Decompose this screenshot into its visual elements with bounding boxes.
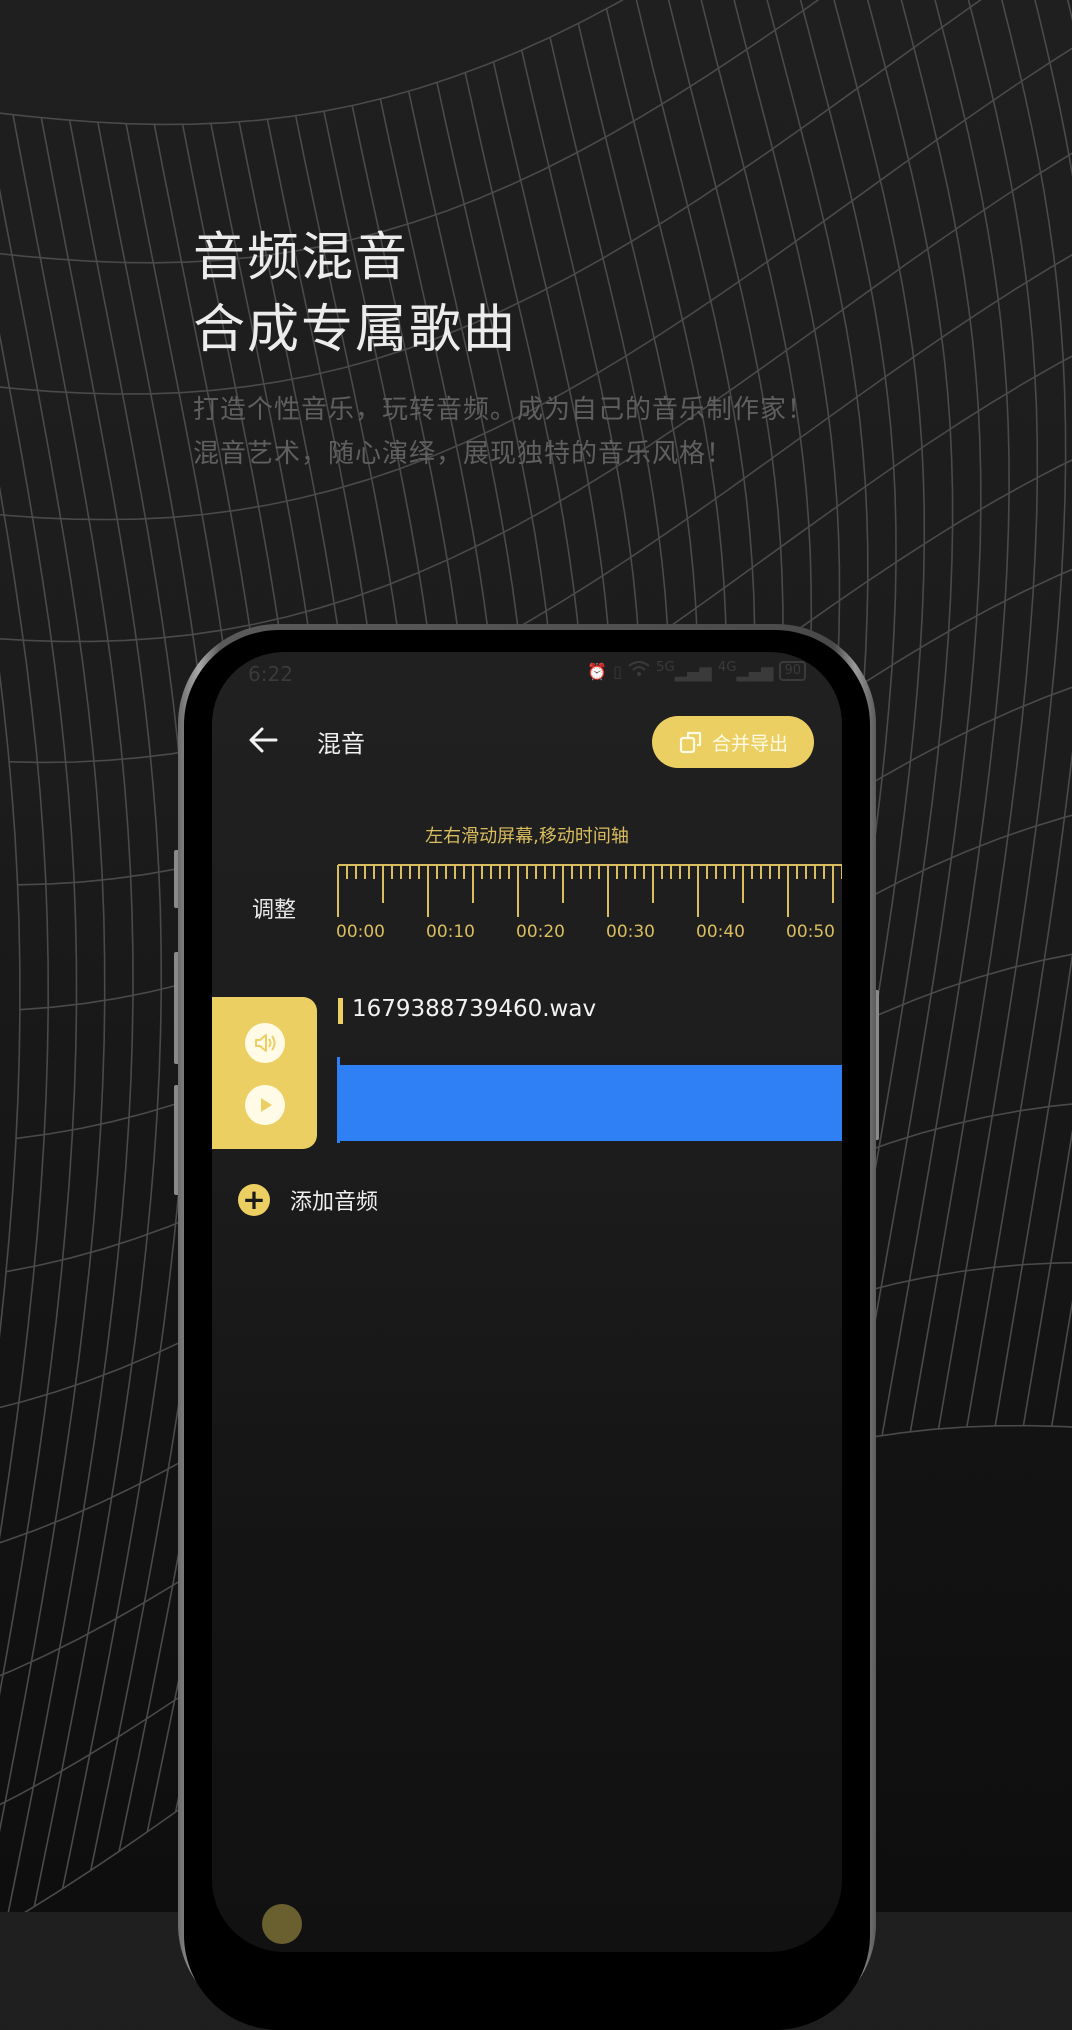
mesh-line (0, 187, 106, 1833)
headline-line-2: 合成专属歌曲 (193, 300, 518, 360)
ruler-tick-label: 00:30 (606, 922, 655, 942)
promo-headline: 音频混音 合成专属歌曲 (193, 222, 517, 366)
volume-icon (255, 1034, 276, 1052)
ruler-tick-label: 00:10 (426, 922, 475, 942)
merge-export-label: 合并导出 (711, 732, 788, 755)
mesh-line (966, 0, 1072, 1428)
app-header: 混音 合并导出 (212, 712, 842, 768)
phone-screen: 6:22 ⏰ ▯ 5G▂▄▆ 4G▂▄▆ 90 混音 合并导出 左右滑动屏幕,移… (212, 652, 842, 1952)
add-audio-label: 添加音频 (290, 1190, 379, 1215)
headline-line-1: 音频混音 (193, 228, 410, 288)
timeline-hint: 左右滑动屏幕,移动时间轴 (425, 826, 629, 847)
promo-subtitle: 打造个性音乐，玩转音频。成为自己的音乐制作家！ 混音艺术，随心演绎，展现独特的音… (193, 388, 814, 476)
status-icons: ⏰ ▯ 5G▂▄▆ 4G▂▄▆ 90 (587, 660, 806, 682)
copy-icon (679, 731, 702, 754)
ruler-tick-label: 00:00 (336, 922, 385, 942)
signal-4g-icon: 4G▂▄▆ (717, 660, 774, 682)
play-icon (261, 1098, 272, 1112)
track-marker (338, 998, 343, 1024)
signal-5g-icon: 5G▂▄▆ (655, 660, 712, 682)
vibrate-icon: ▯ (613, 661, 622, 681)
ruler-tick-label: 00:20 (516, 922, 565, 942)
mesh-line (1050, 1299, 1072, 1427)
wifi-icon (628, 660, 650, 682)
volume-button[interactable] (245, 1023, 285, 1063)
ruler-tick-label: 00:40 (696, 922, 745, 942)
mesh-line (909, 0, 1039, 1432)
mesh-line (7, 114, 134, 1912)
play-button[interactable] (245, 1085, 285, 1125)
add-audio-button[interactable]: + 添加音频 (238, 1184, 378, 1216)
mesh-line (33, 117, 163, 1907)
track-file-name: 1679388739460.wav (352, 996, 597, 1022)
mesh-line (0, 0, 625, 126)
adjust-label: 调整 (252, 898, 297, 923)
battery-icon: 90 (779, 661, 806, 681)
ruler-labels: 00:00 00:10 00:20 00:30 00:40 00:50 (336, 922, 842, 946)
merge-export-button[interactable]: 合并导出 (652, 716, 814, 768)
ruler-tick-label: 00:50 (786, 922, 835, 942)
arrow-left-icon (249, 727, 278, 753)
mesh-line (937, 0, 1067, 1429)
page-title: 混音 (317, 730, 365, 758)
track-controls (212, 997, 317, 1149)
subtitle-line-1: 打造个性音乐，玩转音频。成为自己的音乐制作家！ (193, 395, 815, 425)
plus-icon: + (238, 1184, 270, 1216)
back-button[interactable] (244, 720, 284, 760)
subtitle-line-2: 混音艺术，随心演绎，展现独特的音乐风格！ (193, 439, 734, 469)
mesh-line (0, 333, 78, 1697)
mesh-line (881, 0, 1010, 1436)
bottom-partial-icon (262, 1904, 302, 1944)
alarm-icon: ⏰ (587, 661, 608, 681)
status-time: 6:22 (248, 662, 293, 686)
track-waveform[interactable] (338, 1065, 842, 1141)
mesh-line (0, 670, 21, 1339)
